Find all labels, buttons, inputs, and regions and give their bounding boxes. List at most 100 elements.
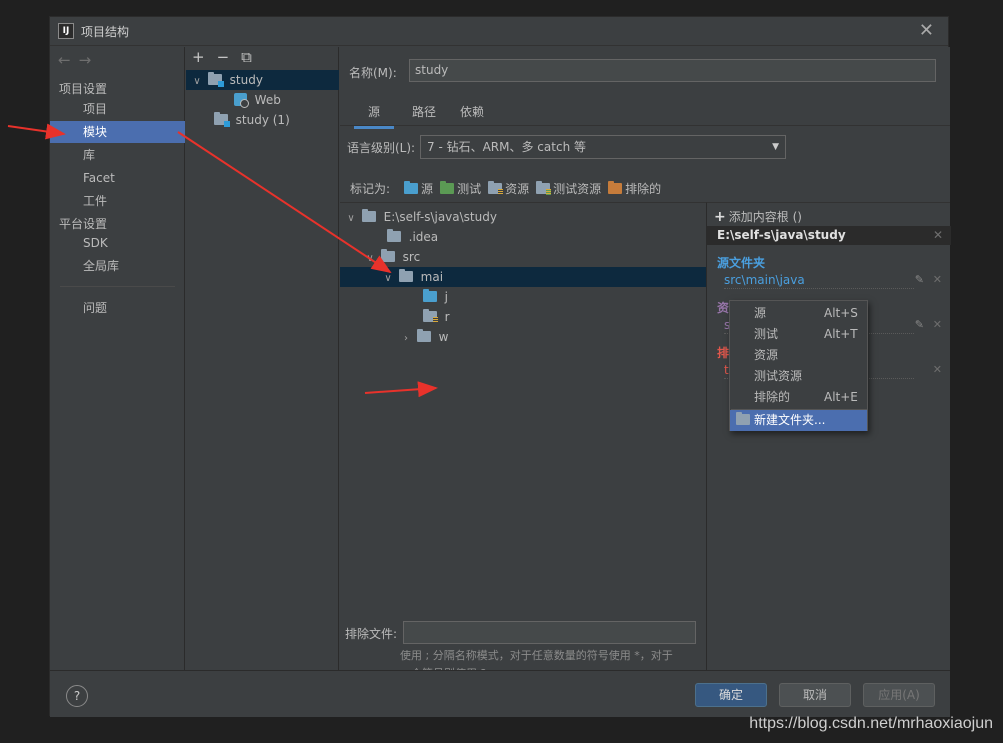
- module-row-study-1[interactable]: study (1): [186, 110, 339, 130]
- mark-label: 资源: [505, 182, 530, 196]
- copy-icon[interactable]: ⧉: [241, 48, 252, 70]
- content-root-tree: ∨ E:\self-s\java\study .idea ∨ src ∨ mai: [340, 202, 706, 532]
- menu-label: 资源: [754, 348, 779, 362]
- nav-item-problems[interactable]: 问题: [50, 297, 185, 319]
- content-root-header: E:\self-s\java\study ✕: [707, 226, 951, 245]
- menu-label: 测试: [754, 327, 779, 341]
- facet-row-web[interactable]: Web: [186, 90, 339, 110]
- menu-item-resources[interactable]: 资源: [730, 345, 867, 366]
- nav-history: ←→: [58, 51, 99, 69]
- hint-line: 使用 ; 分隔名称模式，对于任意数量的符号使用 *，对于: [400, 649, 673, 662]
- chevron-down-icon[interactable]: ∨: [190, 72, 204, 92]
- nav-item-project[interactable]: 项目: [50, 98, 185, 120]
- tree-row-resources[interactable]: r: [340, 307, 706, 327]
- tree-label: .idea: [408, 230, 439, 244]
- tab-dependencies[interactable]: 依赖: [460, 103, 484, 120]
- menu-label: 新建文件夹...: [754, 413, 826, 427]
- excluded-folder-icon: [608, 181, 623, 194]
- tree-row-webapp[interactable]: › w: [340, 327, 706, 347]
- tree-row-java[interactable]: j: [340, 287, 706, 307]
- add-content-root-suffix: (): [792, 210, 802, 224]
- module-row-study[interactable]: ∨ study: [186, 70, 339, 90]
- menu-shortcut: Alt+S: [824, 306, 858, 320]
- tree-label: mai: [420, 270, 444, 284]
- folder-icon: [361, 209, 376, 222]
- exclude-files-label: 排除文件:: [345, 627, 398, 641]
- mark-tests-button[interactable]: 测试: [440, 180, 481, 197]
- back-arrow-icon[interactable]: ←: [58, 51, 79, 69]
- add-content-root-button[interactable]: + 添加内容根 (): [714, 208, 802, 225]
- tree-row-idea[interactable]: .idea: [340, 227, 706, 247]
- mark-label: 测试资源: [553, 182, 602, 196]
- cancel-button[interactable]: 取消: [779, 683, 851, 707]
- module-list-panel: + − ⧉ ∨ study Web study (1): [186, 47, 339, 670]
- menu-shortcut: Alt+T: [824, 327, 858, 341]
- add-icon[interactable]: +: [192, 48, 205, 70]
- forward-arrow-icon[interactable]: →: [79, 51, 100, 69]
- mark-excluded-button[interactable]: 排除的: [608, 180, 661, 197]
- chevron-down-icon[interactable]: ∨: [363, 249, 377, 269]
- chevron-down-icon[interactable]: ∨: [381, 269, 395, 289]
- help-button[interactable]: ?: [66, 685, 88, 707]
- language-level-label: 语言级别(L):: [347, 141, 416, 155]
- menu-item-test-resources[interactable]: 测试资源: [730, 366, 867, 387]
- tree-row-main[interactable]: ∨ mai: [340, 267, 706, 287]
- tab-paths[interactable]: 路径: [412, 103, 436, 120]
- mark-resources-button[interactable]: 资源: [488, 180, 529, 197]
- close-icon[interactable]: ✕: [919, 20, 934, 41]
- resource-folder-icon: [488, 181, 504, 195]
- remove-root-icon[interactable]: ✕: [933, 226, 943, 245]
- module-label: study: [229, 73, 263, 87]
- apply-button[interactable]: 应用(A): [863, 683, 935, 707]
- window-title: 项目结构: [81, 25, 130, 39]
- tab-sources[interactable]: 源: [353, 103, 395, 129]
- menu-item-sources[interactable]: 源 Alt+S: [730, 303, 867, 324]
- module-folder-icon: [207, 72, 224, 87]
- tree-row-root[interactable]: ∨ E:\self-s\java\study: [340, 207, 706, 227]
- facet-label: Web: [254, 93, 281, 107]
- remove-icon[interactable]: −: [217, 48, 230, 70]
- module-folder-icon: [213, 112, 230, 127]
- menu-label: 测试资源: [754, 369, 803, 383]
- module-name-input[interactable]: study: [409, 59, 936, 82]
- remove-icon[interactable]: ✕: [933, 273, 942, 286]
- mark-test-resources-button[interactable]: 测试资源: [536, 180, 601, 197]
- menu-item-tests[interactable]: 测试 Alt+T: [730, 324, 867, 345]
- tree-row-src[interactable]: ∨ src: [340, 247, 706, 267]
- web-facet-icon: [233, 93, 249, 108]
- settings-nav: ←→ 项目设置 项目 模块 库 Facet 工件 平台设置 SDK 全局库 问题: [50, 47, 185, 670]
- nav-divider: [60, 286, 175, 287]
- ok-button[interactable]: 确定: [695, 683, 767, 707]
- source-folder-path[interactable]: src\main\java: [724, 272, 914, 289]
- remove-icon[interactable]: ✕: [933, 363, 942, 376]
- language-level-value: 7 - 钻石、ARM、多 catch 等: [427, 140, 586, 154]
- resource-folder-icon: [422, 309, 438, 323]
- folder-icon: [386, 229, 401, 242]
- nav-item-global-libraries[interactable]: 全局库: [50, 255, 185, 277]
- content-roots-panel: + 添加内容根 () E:\self-s\java\study ✕ 源文件夹 sr…: [706, 202, 951, 670]
- mark-label: 排除的: [625, 182, 662, 196]
- nav-item-libraries[interactable]: 库: [50, 144, 185, 166]
- edit-icon[interactable]: ✎: [915, 273, 924, 286]
- chevron-down-icon[interactable]: ∨: [344, 209, 358, 229]
- nav-item-artifacts[interactable]: 工件: [50, 190, 185, 212]
- content-root-path: E:\self-s\java\study: [717, 228, 846, 242]
- mark-as-bar: 标记为: 源 测试 资源 测试资源 排除的: [350, 180, 668, 197]
- project-structure-dialog: IJ 项目结构 ✕ ←→ 项目设置 项目 模块 库 Facet 工件 平台设置 …: [49, 16, 951, 717]
- folder-icon: [398, 269, 413, 282]
- chevron-right-icon[interactable]: ›: [399, 329, 413, 349]
- language-level-select[interactable]: 7 - 钻石、ARM、多 catch 等 ▼: [420, 135, 786, 159]
- nav-item-facets[interactable]: Facet: [50, 167, 185, 189]
- mark-sources-button[interactable]: 源: [404, 180, 433, 197]
- nav-item-modules[interactable]: 模块: [50, 121, 185, 143]
- menu-item-new-folder[interactable]: 新建文件夹...: [730, 410, 867, 431]
- exclude-files-input[interactable]: [403, 621, 696, 644]
- name-label: 名称(M):: [349, 66, 397, 80]
- nav-item-sdks[interactable]: SDK: [50, 232, 185, 254]
- mark-as-context-menu: 源 Alt+S 测试 Alt+T 资源 测试资源 排除的 Alt+E 新建文件夹...: [729, 300, 868, 431]
- mark-label: 源: [421, 182, 434, 196]
- mark-as-label: 标记为:: [350, 182, 391, 196]
- remove-icon[interactable]: ✕: [933, 318, 942, 331]
- edit-icon[interactable]: ✎: [915, 318, 924, 331]
- menu-item-excluded[interactable]: 排除的 Alt+E: [730, 387, 867, 408]
